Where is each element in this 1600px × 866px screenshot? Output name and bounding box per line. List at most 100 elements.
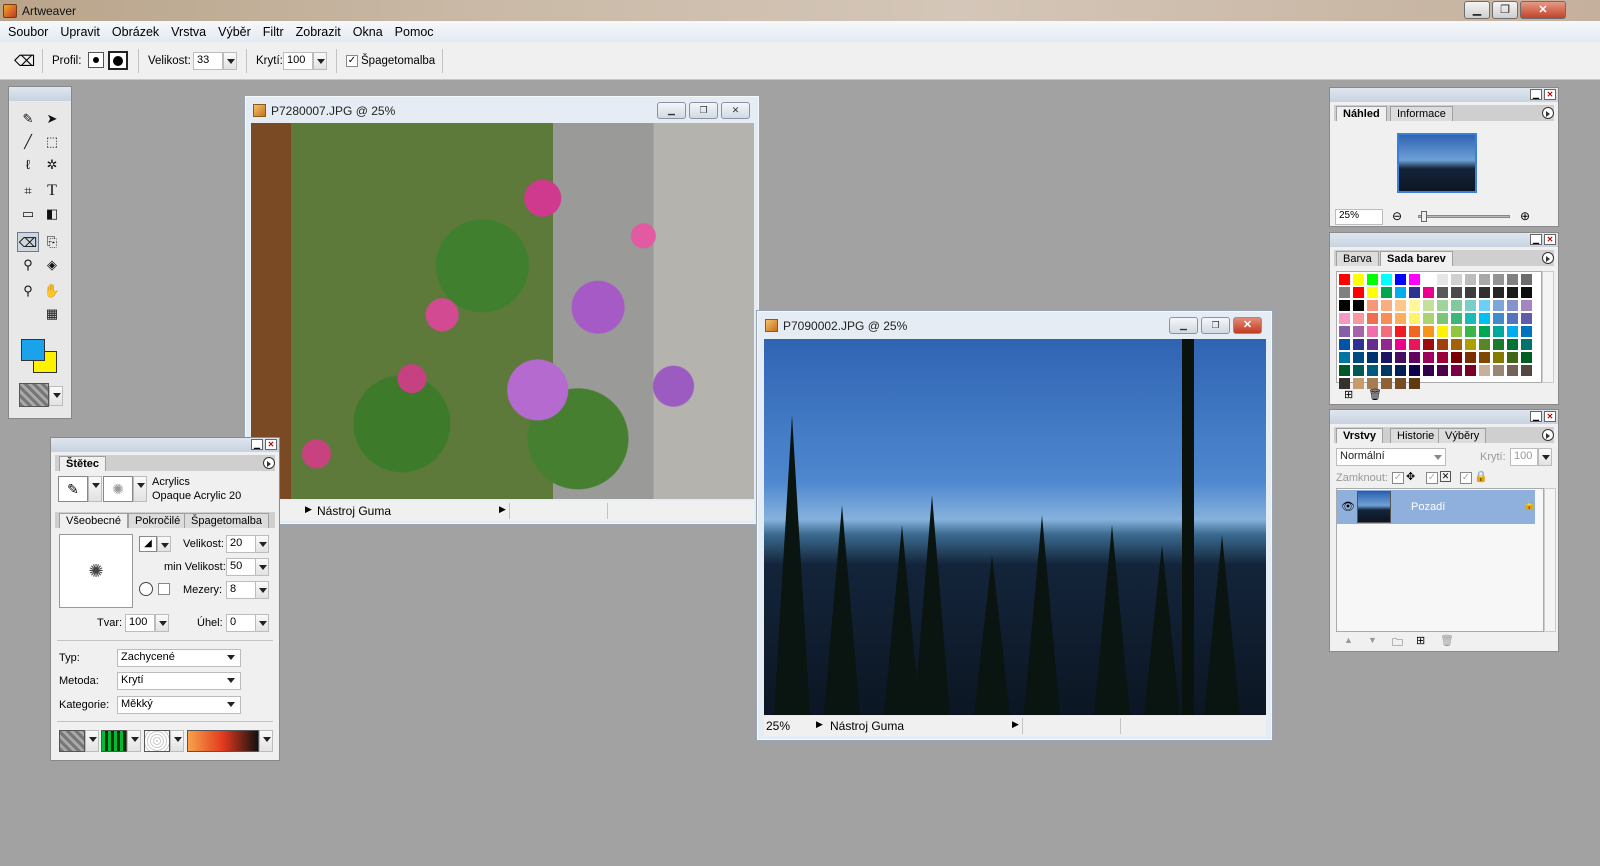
color-swatch[interactable] [1465,287,1476,298]
minimize-button[interactable]: ▁ [1464,1,1490,19]
gradient-tool-icon[interactable]: ◧ [41,204,63,224]
color-swatch[interactable] [1395,352,1406,363]
opacity-dropdown[interactable] [313,52,327,70]
color-swatch[interactable] [1381,352,1392,363]
color-swatch[interactable] [1451,365,1462,376]
trash-icon[interactable]: 🗑 [1368,388,1382,401]
color-swatch[interactable] [1465,326,1476,337]
color-swatch[interactable] [1367,274,1378,285]
color-swatch[interactable] [1451,274,1462,285]
chevron-down-icon[interactable] [227,655,235,660]
color-swatch[interactable] [1409,326,1420,337]
color-swatch[interactable] [1353,287,1364,298]
color-swatch[interactable] [1395,326,1406,337]
foreground-color-swatch[interactable] [21,339,45,361]
type-select[interactable]: Zachycené [117,649,241,667]
doc-close-button[interactable]: ✕ [721,102,750,119]
chevron-down-icon[interactable] [1434,455,1442,460]
color-swatch[interactable] [1367,287,1378,298]
panel-minimize-button[interactable]: ▁ [1530,234,1542,245]
tab-info[interactable]: Informace [1390,106,1453,121]
color-swatch[interactable] [1493,300,1504,311]
menu-select[interactable]: Výběr [212,25,257,39]
zoom-tool-icon[interactable]: ⚲ [17,281,39,301]
color-swatch[interactable] [1395,287,1406,298]
tab-color[interactable]: Barva [1336,251,1379,266]
panel-close-button[interactable]: ✕ [265,439,277,450]
color-swatch[interactable] [1479,326,1490,337]
panel-header[interactable] [1330,410,1558,424]
color-swatch[interactable] [1521,274,1532,285]
color-swatch[interactable] [1339,300,1350,311]
menu-edit[interactable]: Upravit [54,25,106,39]
brush-min-size-dropdown[interactable] [255,558,269,576]
color-swatch[interactable] [1339,287,1350,298]
crop-tool-icon[interactable]: ⌗ [17,181,39,201]
color-swatch[interactable] [1521,365,1532,376]
color-swatch[interactable] [1493,313,1504,324]
tab-general[interactable]: Všeobecné [59,513,129,528]
color-swatch[interactable] [1507,274,1518,285]
document-canvas-forest-image[interactable] [764,339,1266,715]
menu-layer[interactable]: Vrstva [165,25,212,39]
color-swatch[interactable] [1381,365,1392,376]
hand-tool-icon[interactable]: ✋ [41,281,63,301]
brush-size-input[interactable]: 20 [226,535,256,553]
color-swatch[interactable] [1367,313,1378,324]
color-swatch[interactable] [1465,313,1476,324]
tab-layers[interactable]: Vrstvy [1336,428,1384,443]
blend-mode-select[interactable]: Normální [1336,448,1446,466]
color-swatch[interactable] [1521,326,1532,337]
brush-category-dropdown[interactable] [88,476,102,502]
pattern-dropdown[interactable] [127,730,141,752]
eraser-tool-icon[interactable]: ⌫ [17,232,39,252]
color-swatch[interactable] [1339,313,1350,324]
spaghetti-checkbox[interactable]: ✓ [346,55,358,67]
color-swatch[interactable] [1521,352,1532,363]
clone-tool-icon[interactable]: ⎘ [41,232,63,252]
chevron-down-icon[interactable] [227,702,235,707]
color-swatch[interactable] [1479,352,1490,363]
color-swatch[interactable] [1437,326,1448,337]
color-swatch[interactable] [1479,313,1490,324]
layer-row[interactable]: 👁 Pozadí 🔒 [1337,490,1535,524]
menu-image[interactable]: Obrázek [106,25,165,39]
brush-spacing-input[interactable]: 8 [226,581,256,599]
panel-close-button[interactable]: ✕ [1544,89,1556,100]
color-swatch[interactable] [1465,339,1476,350]
color-swatch[interactable] [1353,326,1364,337]
lock-all-checkbox[interactable]: ✓ [1460,472,1472,484]
nozzle-icon[interactable] [144,730,170,752]
color-swatch[interactable] [1381,313,1392,324]
color-swatch[interactable] [1423,365,1434,376]
color-swatch[interactable] [1367,300,1378,311]
brush-angle-dropdown[interactable] [255,614,269,632]
status-arrow-icon[interactable]: ▶ [499,504,506,515]
doc-minimize-button[interactable]: ▁ [657,102,686,119]
color-swatch[interactable] [1367,352,1378,363]
color-swatch[interactable] [1409,378,1420,389]
gradient-dropdown[interactable] [259,730,273,752]
size-input[interactable]: 33 [193,52,223,70]
zoom-in-icon[interactable]: ⊕ [1520,209,1530,223]
color-swatch[interactable] [1507,313,1518,324]
panel-minimize-button[interactable]: ▁ [1530,89,1542,100]
color-swatch[interactable] [1521,300,1532,311]
brush-shape-icon[interactable]: ◢ [139,536,157,552]
tab-advanced[interactable]: Pokročilé [128,513,188,528]
color-swatch[interactable] [1381,378,1392,389]
color-swatch[interactable] [1493,352,1504,363]
color-swatch[interactable] [1381,274,1392,285]
paper-texture-dropdown[interactable] [85,730,99,752]
color-swatch[interactable] [1507,365,1518,376]
panel-menu-icon[interactable] [1542,252,1554,264]
status-arrow-icon[interactable]: ▶ [816,719,823,730]
color-swatch[interactable] [1451,300,1462,311]
color-swatch[interactable] [1339,274,1350,285]
opacity-input[interactable]: 100 [283,52,313,70]
layer-opacity-input[interactable]: 100 [1510,448,1538,466]
color-swatch[interactable] [1423,352,1434,363]
doc-maximize-button[interactable]: ❐ [689,102,718,119]
color-swatch[interactable] [1367,339,1378,350]
panel-close-button[interactable]: ✕ [1544,411,1556,422]
